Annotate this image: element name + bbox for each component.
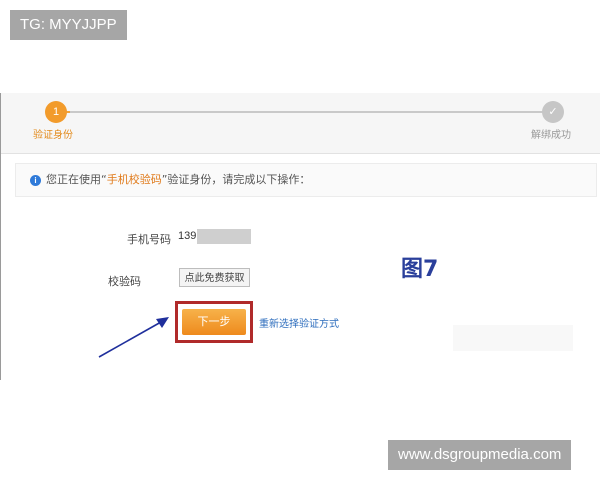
faded-area [453, 325, 573, 351]
verification-screenshot: 1 ✓ 验证身份 解绑成功 i 您正在使用“手机校验码”验证身份，请完成以下操作：… [0, 93, 600, 380]
top-watermark: TG: MYYJJPP [10, 10, 127, 40]
bottom-watermark: www.dsgroupmedia.com [388, 440, 572, 470]
